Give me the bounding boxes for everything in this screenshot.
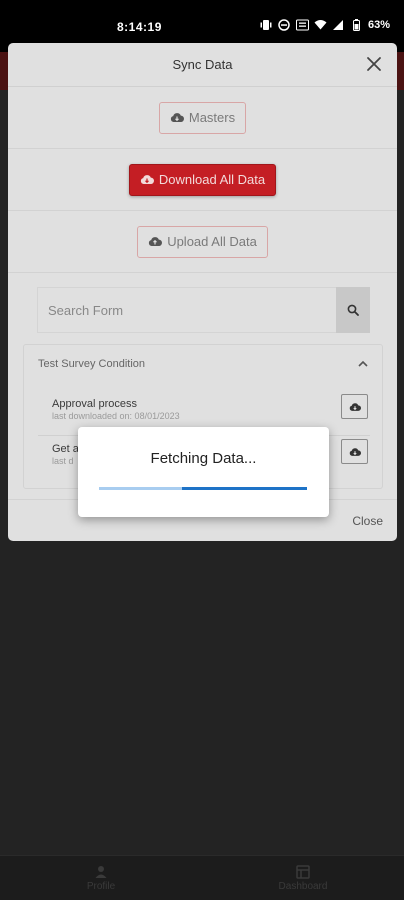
grid-icon — [296, 864, 310, 879]
close-footer-button[interactable]: Close — [352, 514, 383, 528]
search-bar — [37, 287, 370, 333]
bottom-nav: Profile Dashboard — [0, 855, 404, 900]
progress-fill — [182, 487, 307, 490]
nav-item-label: Profile — [86, 880, 116, 892]
form-section-title: Test Survey Condition — [38, 358, 145, 370]
cloud-download-icon — [349, 447, 361, 456]
masters-button[interactable]: Masters — [158, 101, 247, 134]
chevron-up-icon[interactable] — [356, 357, 370, 371]
nav-item-dashboard[interactable]: Dashboard — [202, 856, 404, 900]
do-not-disturb-icon — [278, 18, 291, 31]
volte-icon — [295, 18, 309, 31]
progress-bar — [99, 487, 307, 490]
modal-title: Sync Data — [172, 57, 233, 72]
download-all-button[interactable]: Download All Data — [128, 163, 277, 196]
wifi-icon — [314, 18, 327, 31]
form-name: Get a — [52, 443, 79, 455]
cloud-download-icon — [140, 175, 154, 184]
download-row: Download All Data — [8, 149, 397, 211]
loading-message: Fetching Data... — [150, 450, 257, 467]
cloud-upload-icon — [149, 237, 163, 246]
signal-icon — [332, 18, 345, 31]
upload-all-button[interactable]: Upload All Data — [137, 225, 268, 258]
form-last-downloaded: last d — [52, 456, 74, 466]
nav-item-profile[interactable]: Profile — [0, 856, 202, 900]
upload-all-label: Upload All Data — [167, 234, 257, 249]
search-input[interactable] — [37, 287, 336, 333]
form-download-button[interactable] — [341, 394, 368, 419]
upload-row: Upload All Data — [8, 211, 397, 273]
masters-label: Masters — [188, 110, 236, 125]
status-icons: 63% — [260, 18, 390, 31]
nav-item-label: Dashboard — [278, 880, 328, 892]
form-download-button[interactable] — [341, 439, 368, 464]
person-icon — [95, 865, 107, 878]
status-time: 8:14:19 — [117, 20, 162, 34]
search-icon — [347, 304, 359, 316]
close-icon — [367, 57, 381, 71]
battery-percent: 63% — [367, 18, 390, 31]
battery-icon — [350, 18, 363, 31]
masters-row: Masters — [8, 87, 397, 149]
loading-dialog: Fetching Data... — [78, 427, 329, 517]
download-all-label: Download All Data — [158, 172, 266, 187]
close-button[interactable] — [363, 53, 385, 75]
form-last-downloaded: last downloaded on: 08/01/2023 — [52, 411, 180, 421]
cloud-download-icon — [349, 402, 361, 411]
modal-header: Sync Data — [8, 43, 397, 87]
form-section-header[interactable]: Test Survey Condition — [24, 345, 382, 383]
search-button[interactable] — [336, 287, 370, 333]
vibrate-icon — [260, 18, 273, 31]
form-name: Approval process — [52, 398, 137, 410]
cloud-download-icon — [170, 113, 184, 122]
